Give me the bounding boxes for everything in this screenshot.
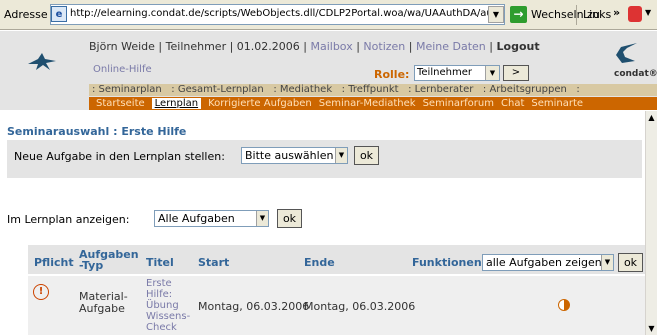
chevron-down-icon[interactable]: ▼ <box>485 66 499 80</box>
subnav-chat[interactable]: Chat <box>501 98 524 109</box>
col-header-funktionen: Funktionen <box>412 256 482 269</box>
toolbar-separator <box>576 5 577 25</box>
add-task-label: Neue Aufgabe in den Lernplan stellen: <box>14 150 225 163</box>
links-more-icon[interactable]: » <box>613 6 620 19</box>
subnav-seminarforum[interactable]: Seminarforum <box>423 98 494 109</box>
rolle-label: Rolle: <box>374 68 410 81</box>
nav-gesamt-lernplan[interactable]: : Gesamt-Lernplan <box>171 84 263 95</box>
filter-select[interactable]: alle Aufgaben zeigen <box>482 254 614 271</box>
link-notizen[interactable]: Notizen <box>363 40 405 53</box>
link-mailbox[interactable]: Mailbox <box>310 40 352 53</box>
show-tasks-label: Im Lernplan anzeigen: <box>7 213 130 226</box>
subnav-seminar-mediathek[interactable]: Seminar-Mediathek <box>319 98 416 109</box>
scroll-up-icon[interactable]: ▲ <box>646 111 657 124</box>
chevron-down-icon[interactable]: ▼ <box>601 255 613 270</box>
show-tasks-select[interactable]: Alle Aufgaben <box>154 210 269 227</box>
add-task-select[interactable]: Bitte auswählen <box>241 147 348 164</box>
subnav-seminarte[interactable]: Seminarte <box>531 98 583 109</box>
vertical-scrollbar[interactable] <box>645 111 657 335</box>
col-header-pflicht[interactable]: Pflicht <box>34 256 74 269</box>
condat-brand: condat® <box>614 69 657 79</box>
add-task-ok-button[interactable]: ok <box>354 146 379 165</box>
nav-arbeitsgruppen[interactable]: : Arbeitsgruppen <box>483 84 567 95</box>
rolle-go-button[interactable]: > <box>503 65 529 81</box>
warning-icon: ! <box>33 284 49 300</box>
go-arrow-icon[interactable]: → <box>510 6 527 23</box>
nav-seminarplan[interactable]: : Seminarplan <box>92 84 162 95</box>
chevron-down-icon[interactable]: ▼ <box>256 211 268 226</box>
row-titel-link[interactable]: Erste Hilfe: Übung Wissens-Check <box>146 278 190 333</box>
logout-link[interactable]: Logout <box>497 40 540 53</box>
address-url[interactable]: http://elearning.condat.de/scripts/WebOb… <box>70 8 488 19</box>
user-name: Björn Weide <box>89 40 155 53</box>
address-label: Adresse <box>4 8 48 21</box>
sub-nav-items: Startseite Lernplan Korrigierte Aufgaben Se… <box>89 98 583 109</box>
online-help-link[interactable]: Online-Hilfe <box>93 64 152 75</box>
address-dropdown-icon[interactable]: ▼ <box>488 6 504 23</box>
row-start: Montag, 06.03.2006 <box>198 300 310 313</box>
ie-page-icon: e <box>51 6 67 22</box>
subnav-startseite[interactable]: Startseite <box>96 98 145 109</box>
col-header-ende[interactable]: Ende <box>304 256 335 269</box>
row-ende: Montag, 06.03.2006 <box>304 300 416 313</box>
nav-more[interactable]: : <box>576 84 579 95</box>
chevron-down-icon[interactable]: ▼ <box>645 8 651 17</box>
nav-treffpunkt[interactable]: : Treffpunkt <box>342 84 399 95</box>
nav-mediathek[interactable]: : Mediathek <box>273 84 332 95</box>
nav-lernberater[interactable]: : Lernberater <box>408 84 473 95</box>
chevron-down-icon[interactable]: ▼ <box>335 148 347 163</box>
subnav-korrigierte-aufgaben[interactable]: Korrigierte Aufgaben <box>208 98 312 109</box>
links-button[interactable]: Links <box>583 8 611 21</box>
progress-half-icon[interactable] <box>558 299 570 311</box>
bird-logo-icon <box>28 53 56 70</box>
user-role: Teilnehmer <box>165 40 227 53</box>
link-meine-daten[interactable]: Meine Daten <box>416 40 486 53</box>
scroll-down-icon[interactable]: ▼ <box>646 322 657 335</box>
col-header-start[interactable]: Start <box>198 256 229 269</box>
col-header-aufgaben-typ[interactable]: Aufgaben-Typ <box>79 249 141 271</box>
toolbar-extension-icon[interactable] <box>628 6 642 22</box>
main-nav-items: : Seminarplan : Gesamt-Lernplan : Mediat… <box>92 84 580 95</box>
row-aufgaben-typ: Material-Aufgabe <box>79 290 128 315</box>
user-info-line: Björn Weide | Teilnehmer | 01.02.2006 | … <box>89 40 540 53</box>
condat-logo-icon <box>616 43 637 63</box>
col-header-titel[interactable]: Titel <box>146 256 174 269</box>
show-tasks-ok-button[interactable]: ok <box>277 209 302 228</box>
section-title: Seminarauswahl : Erste Hilfe <box>7 125 187 138</box>
user-date: 01.02.2006 <box>236 40 300 53</box>
subnav-lernplan[interactable]: Lernplan <box>151 98 202 109</box>
filter-ok-button[interactable]: ok <box>618 253 643 272</box>
